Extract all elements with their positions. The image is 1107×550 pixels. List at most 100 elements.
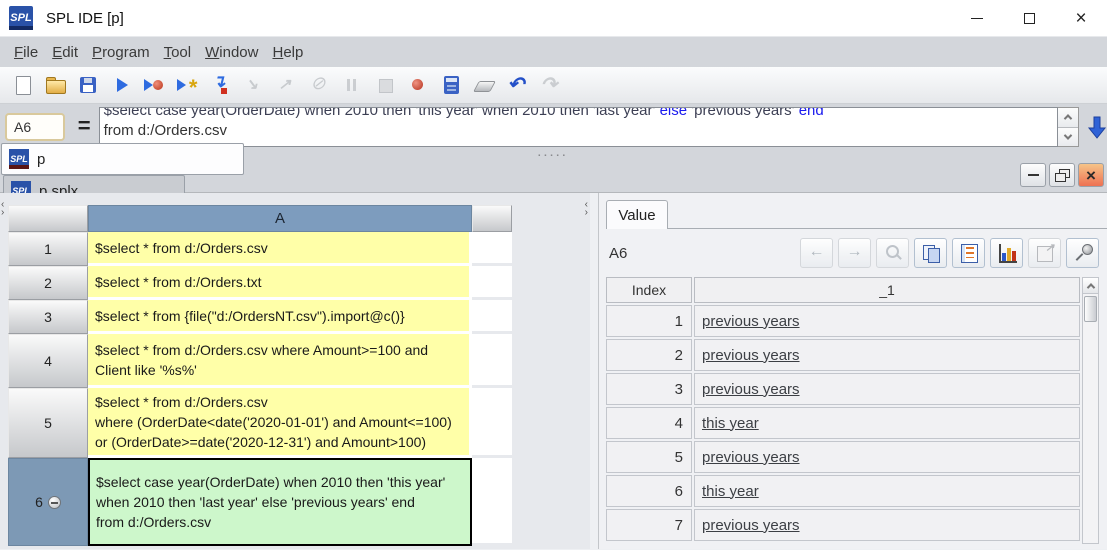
frame-minimize-button[interactable]: [1020, 163, 1046, 187]
chevron-up-icon: [1086, 283, 1094, 291]
window-maximize-button[interactable]: [1003, 0, 1055, 36]
formula-input[interactable]: $select case year(OrderDate) when 2010 t…: [99, 107, 1058, 147]
grid-cell-extra[interactable]: [472, 458, 512, 546]
value-cell[interactable]: this year: [694, 407, 1080, 439]
grid-cell-extra[interactable]: [472, 388, 512, 458]
cell-reference-input[interactable]: A6: [5, 113, 65, 141]
editor-tab-p[interactable]: SPL p: [1, 143, 244, 175]
value-cell[interactable]: previous years: [694, 509, 1080, 541]
cell-line: $select case year(OrderDate) when 2010 t…: [96, 472, 445, 492]
index-cell: 3: [606, 373, 692, 405]
grid-cell-a3[interactable]: $select * from {file("d:/OrdersNT.csv").…: [88, 300, 472, 334]
copy-button[interactable]: [914, 238, 947, 268]
main-content: ‹› A1$select * from d:/Orders.csv2$selec…: [0, 192, 1107, 549]
value-cell[interactable]: previous years: [694, 305, 1080, 337]
row-header-2[interactable]: 2: [8, 266, 88, 300]
open-file-button[interactable]: [38, 70, 71, 100]
menu-file[interactable]: File: [14, 44, 38, 61]
scrollbar-up-button[interactable]: [1083, 278, 1098, 294]
window-minimize-button[interactable]: [951, 0, 1003, 36]
grid-cell-extra[interactable]: [472, 334, 512, 388]
row-header-6[interactable]: 6: [8, 458, 88, 546]
step-next-button[interactable]: [203, 70, 236, 100]
execute-to-cursor-button[interactable]: [170, 70, 203, 100]
grid-cell-extra[interactable]: [472, 232, 512, 266]
index-cell: 4: [606, 407, 692, 439]
left-splitter-arrows[interactable]: ‹›: [1, 201, 4, 217]
blue-down-arrow-icon: [1087, 115, 1107, 139]
arrow-right-icon: [845, 243, 865, 263]
column-header-a[interactable]: A: [88, 205, 472, 232]
menu-edit[interactable]: Edit: [52, 44, 78, 61]
run-play-icon: [110, 74, 132, 96]
minimize-icon: [1028, 174, 1039, 176]
menu-program[interactable]: Program: [92, 44, 150, 61]
grid-cell-extra[interactable]: [472, 300, 512, 334]
menu-tool[interactable]: Tool: [164, 44, 192, 61]
save-floppy-icon: [77, 74, 99, 96]
cell-text: $select * from d:/Orders.txt: [95, 272, 262, 292]
restore-icon: [1054, 168, 1070, 182]
value-cell[interactable]: previous years: [694, 339, 1080, 371]
forward-button: [838, 238, 871, 268]
right-splitter-arrows[interactable]: ‹›: [585, 201, 588, 217]
breakpoint-button[interactable]: [401, 70, 434, 100]
index-cell: 5: [606, 441, 692, 473]
row-header-4[interactable]: 4: [8, 334, 88, 388]
spl-icon-text: SPL: [10, 154, 28, 164]
value-cell[interactable]: this year: [694, 475, 1080, 507]
sql-text: $select case year(OrderDate) when 2010 t…: [104, 107, 660, 119]
chart-button[interactable]: [990, 238, 1023, 268]
table-row: 1previous years: [606, 305, 1080, 337]
new-file-button[interactable]: [5, 70, 38, 100]
row-header-1[interactable]: 1: [8, 232, 88, 266]
value-table-scrollbar[interactable]: [1082, 277, 1099, 544]
value-cell[interactable]: previous years: [694, 441, 1080, 473]
maximize-icon: [1024, 13, 1035, 24]
scrollbar-thumb[interactable]: [1084, 296, 1097, 322]
grid-cell-a4[interactable]: $select * from d:/Orders.csv where Amoun…: [88, 334, 472, 388]
editor-tab-label: p: [37, 151, 45, 168]
row-header-5[interactable]: 5: [8, 388, 88, 458]
grid-cell-a1[interactable]: $select * from d:/Orders.csv: [88, 232, 472, 266]
collapse-marker-icon[interactable]: [48, 496, 61, 509]
row-header-3[interactable]: 3: [8, 300, 88, 334]
save-button[interactable]: [71, 70, 104, 100]
vertical-splitter[interactable]: [590, 193, 598, 549]
window-close-button[interactable]: ×: [1055, 0, 1107, 36]
formula-scroll-down-button[interactable]: [1058, 127, 1078, 147]
index-cell: 2: [606, 339, 692, 371]
undo-button[interactable]: [500, 70, 533, 100]
grid-corner-cell[interactable]: [8, 205, 88, 232]
value-column-header[interactable]: _1: [694, 277, 1080, 303]
grid-cell-extra[interactable]: [472, 266, 512, 300]
sql-keyword: else: [660, 107, 688, 119]
grid-row: 5$select * from d:/Orders.csvwhere (Orde…: [8, 388, 512, 458]
expand-formula-button[interactable]: [1087, 115, 1107, 139]
debug-button[interactable]: [137, 70, 170, 100]
grid-cell-a2[interactable]: $select * from d:/Orders.txt: [88, 266, 472, 300]
menu-help[interactable]: Help: [272, 44, 303, 61]
redo-arrow-icon: [539, 74, 561, 96]
frame-close-button[interactable]: ×: [1078, 163, 1104, 187]
form-view-button[interactable]: [952, 238, 985, 268]
formula-scrollbar: [1058, 107, 1079, 147]
row-number: 3: [44, 309, 52, 325]
calculate-button[interactable]: [434, 70, 467, 100]
grid-cell-a6[interactable]: $select case year(OrderDate) when 2010 t…: [88, 458, 472, 546]
value-cell[interactable]: previous years: [694, 373, 1080, 405]
frame-restore-button[interactable]: [1049, 163, 1075, 187]
row-number: 6: [35, 494, 43, 510]
clear-button[interactable]: [467, 70, 500, 100]
index-column-header[interactable]: Index: [606, 277, 692, 303]
cell-line: Client like '%s%': [95, 360, 428, 380]
value-toolbar: A6: [606, 229, 1107, 277]
run-button[interactable]: [104, 70, 137, 100]
menu-window[interactable]: Window: [205, 44, 258, 61]
pin-button[interactable]: [1066, 238, 1099, 268]
value-tab[interactable]: Value: [606, 200, 668, 229]
grid-cell-a5[interactable]: $select * from d:/Orders.csvwhere (Order…: [88, 388, 472, 458]
formula-scroll-up-button[interactable]: [1058, 108, 1078, 127]
equals-sign: =: [78, 113, 91, 139]
grid-row: 4$select * from d:/Orders.csv where Amou…: [8, 334, 512, 388]
